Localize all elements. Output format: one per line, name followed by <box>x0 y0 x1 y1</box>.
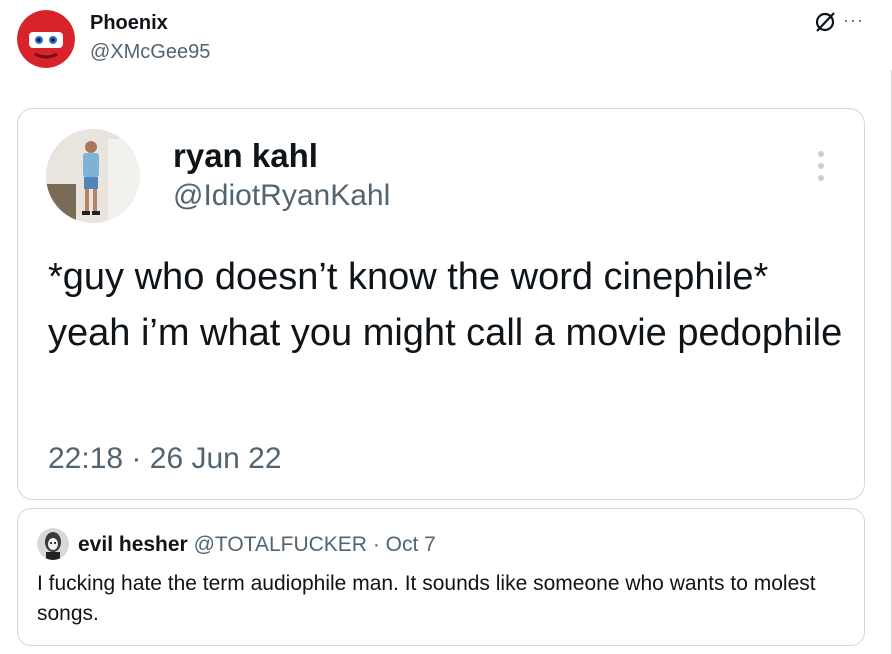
author-name[interactable]: Phoenix <box>90 12 168 35</box>
meta-separator: · <box>372 533 380 556</box>
quote-tweet-card[interactable]: evil hesher @TOTALFUCKER · Oct 7 I fucki… <box>17 508 865 646</box>
avatar-ryan-kahl[interactable] <box>46 129 140 223</box>
quote-author-name[interactable]: evil hesher <box>78 533 188 556</box>
quoted-author-handle[interactable]: @IdiotRyanKahl <box>173 179 390 213</box>
avatar-phoenix[interactable] <box>17 10 75 68</box>
quoted-author-name[interactable]: ryan kahl <box>173 137 318 175</box>
quote-author-handle[interactable]: @TOTALFUCKER <box>194 533 367 556</box>
avatar-evil-hesher[interactable] <box>37 528 69 560</box>
author-handle[interactable]: @XMcGee95 <box>90 41 210 64</box>
quote-header: evil hesher @TOTALFUCKER · Oct 7 <box>78 533 436 557</box>
more-icon[interactable]: ··· <box>843 10 864 31</box>
meta-separator: · <box>131 442 142 475</box>
grok-icon[interactable] <box>813 10 837 39</box>
quoted-tweet-text: *guy who doesn’t know the word cinephile… <box>48 256 843 354</box>
kebab-icon[interactable] <box>818 151 824 187</box>
quoted-tweet-timestamp: 22:18 · 26 Jun 22 <box>48 442 282 476</box>
quote-date[interactable]: Oct 7 <box>386 533 436 556</box>
quote-tweet-text: I fucking hate the term audiophile man. … <box>37 572 816 625</box>
quoted-time: 22:18 <box>48 442 124 475</box>
quoted-tweet-card[interactable]: ryan kahl @IdiotRyanKahl *guy who doesn’… <box>17 108 865 500</box>
quoted-date: 26 Jun 22 <box>149 442 282 475</box>
